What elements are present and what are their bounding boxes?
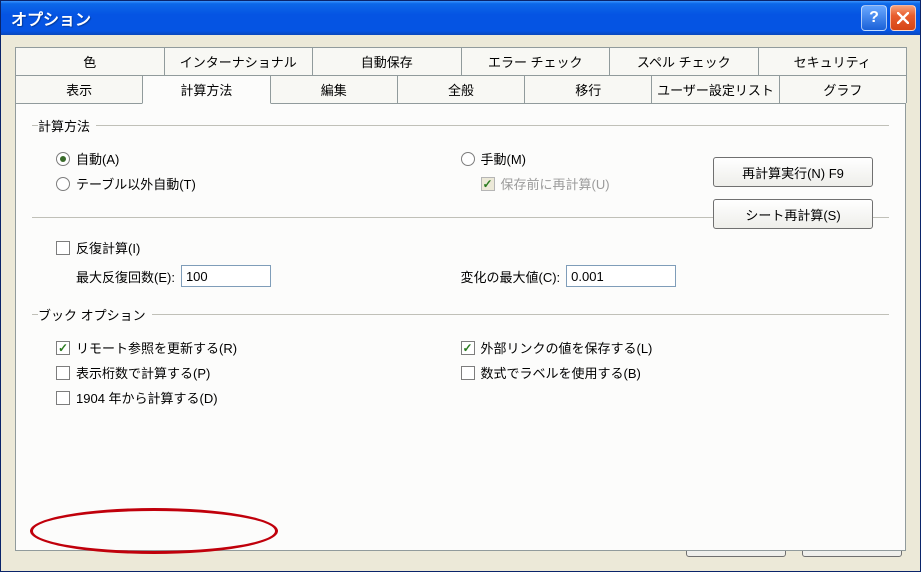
radio-automatic[interactable]: 自動(A) (56, 149, 461, 168)
tabs-row-front: 表示 計算方法 編集 全般 移行 ユーザー設定リスト グラフ (15, 75, 906, 103)
radio-manual-label: 手動(M) (481, 149, 527, 168)
check-precision-displayed-label: 表示桁数で計算する(P) (76, 363, 210, 382)
tab-edit[interactable]: 編集 (270, 75, 398, 103)
check-save-ext-links[interactable]: 外部リンクの値を保存する(L) (461, 338, 890, 357)
max-iterations-input[interactable] (181, 265, 271, 287)
tabs-row-back: 色 インターナショナル 自動保存 エラー チェック スペル チェック セキュリテ… (15, 47, 906, 75)
check-precision-displayed[interactable]: 表示桁数で計算する(P) (56, 363, 461, 382)
tab-view[interactable]: 表示 (15, 75, 143, 103)
check-recalc-before-save-label: 保存前に再計算(U) (501, 174, 610, 193)
check-iteration-label: 反復計算(I) (76, 238, 140, 257)
tab-chart[interactable]: グラフ (779, 75, 907, 103)
tab-autosave[interactable]: 自動保存 (312, 47, 462, 75)
tab-error-check[interactable]: エラー チェック (461, 47, 611, 75)
max-iterations-label: 最大反復回数(E): (76, 267, 175, 286)
highlight-annotation (30, 508, 278, 554)
close-icon[interactable] (890, 5, 916, 31)
tab-color[interactable]: 色 (15, 47, 165, 75)
sheet-recalc-button[interactable]: シート再計算(S) (713, 199, 873, 229)
checkbox-indicator-icon (461, 341, 475, 355)
check-use-labels[interactable]: 数式でラベルを使用する(B) (461, 363, 890, 382)
content-area: 色 インターナショナル 自動保存 エラー チェック スペル チェック セキュリテ… (1, 35, 920, 571)
check-save-ext-links-label: 外部リンクの値を保存する(L) (481, 338, 653, 357)
options-dialog: オプション ? 色 インターナショナル 自動保存 エラー チェック スペル チェ… (0, 0, 921, 572)
recalc-button-group: 再計算実行(N) F9 シート再計算(S) (713, 157, 873, 229)
tab-transition[interactable]: 移行 (524, 75, 652, 103)
tab-international[interactable]: インターナショナル (164, 47, 314, 75)
checkbox-indicator-icon (56, 366, 70, 380)
max-change-label: 変化の最大値(C): (461, 267, 561, 286)
tab-calculation[interactable]: 計算方法 (142, 75, 270, 104)
checkbox-indicator-icon (481, 177, 495, 191)
help-icon[interactable]: ? (861, 5, 887, 31)
group-book-options-legend: ブック オプション (38, 305, 152, 324)
tab-panel: 計算方法 再計算実行(N) F9 シート再計算(S) 自動(A) テーブル以外自… (15, 103, 906, 551)
radio-indicator-icon (56, 177, 70, 191)
tab-security[interactable]: セキュリティ (758, 47, 908, 75)
check-1904-date[interactable]: 1904 年から計算する(D) (56, 388, 461, 407)
check-use-labels-label: 数式でラベルを使用する(B) (481, 363, 641, 382)
group-calc-method: 計算方法 再計算実行(N) F9 シート再計算(S) 自動(A) テーブル以外自… (32, 116, 889, 207)
checkbox-indicator-icon (56, 341, 70, 355)
radio-indicator-icon (461, 152, 475, 166)
check-update-remote-label: リモート参照を更新する(R) (76, 338, 237, 357)
check-update-remote[interactable]: リモート参照を更新する(R) (56, 338, 461, 357)
group-book-options: ブック オプション リモート参照を更新する(R) 表示桁数で計算する(P) (32, 305, 889, 421)
tab-custom-lists[interactable]: ユーザー設定リスト (651, 75, 779, 103)
checkbox-indicator-icon (56, 391, 70, 405)
titlebar: オプション ? (1, 1, 920, 35)
tab-spell-check[interactable]: スペル チェック (609, 47, 759, 75)
tab-general[interactable]: 全般 (397, 75, 525, 103)
group-calc-method-legend: 計算方法 (38, 116, 96, 135)
radio-indicator-icon (56, 152, 70, 166)
radio-auto-except-tables[interactable]: テーブル以外自動(T) (56, 174, 461, 193)
check-iteration[interactable]: 反復計算(I) (56, 238, 889, 257)
checkbox-indicator-icon (56, 241, 70, 255)
radio-auto-except-tables-label: テーブル以外自動(T) (76, 174, 196, 193)
radio-automatic-label: 自動(A) (76, 149, 119, 168)
checkbox-indicator-icon (461, 366, 475, 380)
max-change-input[interactable] (566, 265, 676, 287)
recalc-now-button[interactable]: 再計算実行(N) F9 (713, 157, 873, 187)
titlebar-buttons: ? (861, 5, 916, 31)
window-title: オプション (11, 6, 861, 30)
check-1904-date-label: 1904 年から計算する(D) (76, 388, 218, 407)
